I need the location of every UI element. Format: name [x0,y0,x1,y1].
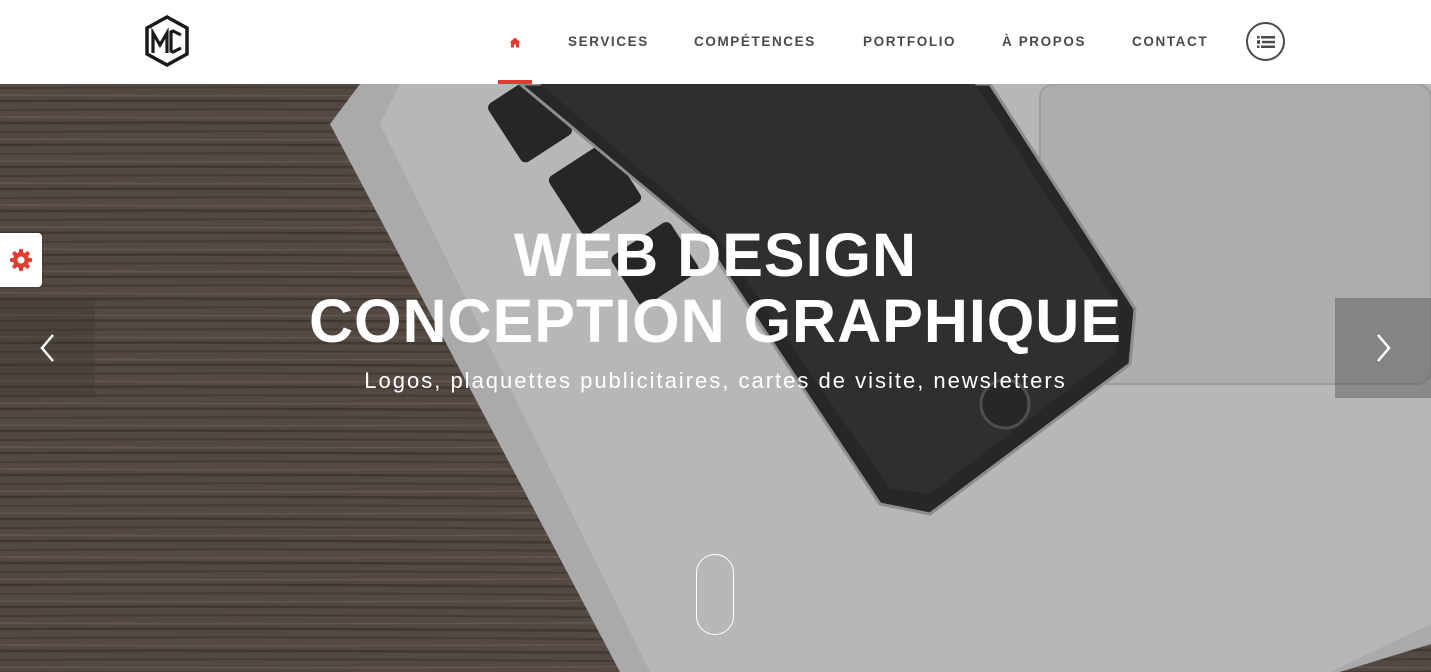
nav-services[interactable]: SERVICES [568,0,649,84]
nav-competences[interactable]: COMPÉTENCES [694,0,816,84]
slider-prev-button[interactable] [0,298,95,398]
active-indicator [498,80,532,84]
hero-title-line2: CONCEPTION GRAPHIQUE [308,287,1123,355]
slider-next-button[interactable] [1335,298,1431,398]
menu-list-icon [1256,35,1275,48]
settings-tab[interactable] [0,233,42,287]
nav-contact[interactable]: CONTACT [1132,0,1208,84]
mc-logo[interactable] [144,15,190,67]
nav-portfolio[interactable]: PORTFOLIO [863,0,956,84]
gear-icon [10,249,32,271]
home-icon [509,37,521,47]
mouse-scroll-icon[interactable] [696,554,734,635]
hero-slider: WEB DESIGN CONCEPTION GRAPHIQUE Logos, p… [0,84,1431,672]
menu-button[interactable] [1246,22,1285,61]
hero-title-line1: WEB DESIGN [513,221,918,289]
hero-subtitle: Logos, plaquettes publicitaires, cartes … [364,368,1067,393]
chevron-right-icon [1377,334,1391,362]
chevron-left-icon [39,334,54,362]
hero-title: WEB DESIGN CONCEPTION GRAPHIQUE [0,222,1431,354]
top-navbar: SERVICES COMPÉTENCES PORTFOLIO À PROPOS … [0,0,1431,84]
nav-home[interactable] [498,0,532,84]
mc-hexagon-logo-icon [145,15,189,67]
nav-a-propos[interactable]: À PROPOS [1002,0,1086,84]
